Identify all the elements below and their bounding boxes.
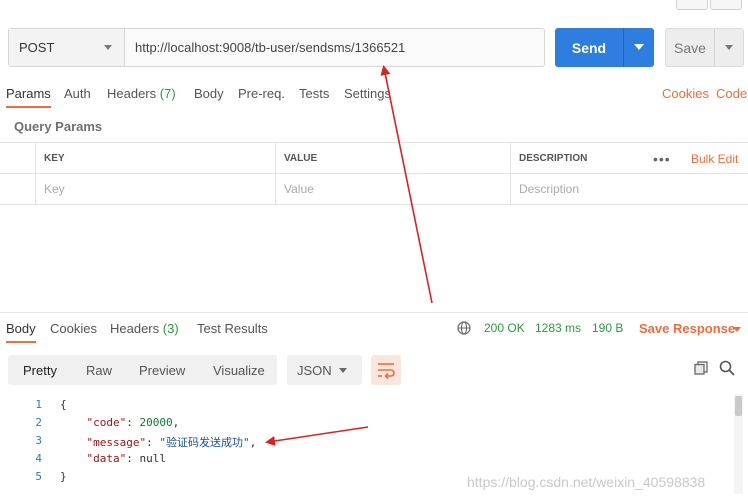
status-code[interactable]: 200 OK: [484, 321, 525, 335]
method-label: POST: [19, 40, 55, 55]
copy-icon[interactable]: [694, 361, 708, 375]
key-cell: [35, 174, 275, 204]
code-line: }: [60, 470, 67, 483]
query-params-table: KEY VALUE DESCRIPTION ••• Bulk Edit: [0, 142, 748, 205]
format-label: JSON: [297, 362, 332, 378]
column-header-value: VALUE: [275, 143, 510, 173]
line-number: 1: [35, 398, 42, 411]
line-number: 4: [35, 452, 42, 465]
chevron-down-icon: [104, 45, 112, 50]
watermark: https://blog.csdn.net/weixin_40598838: [467, 474, 706, 490]
json-string: "验证码发送成功": [159, 436, 250, 449]
tab-prereq[interactable]: Pre-req.: [238, 86, 285, 101]
code-line: {: [60, 398, 67, 411]
send-options-chevron-icon[interactable]: [623, 28, 654, 67]
send-button[interactable]: Send: [555, 28, 654, 67]
top-toolbar-button[interactable]: [676, 0, 708, 10]
view-visualize[interactable]: Visualize: [213, 355, 265, 385]
table-row: [0, 174, 748, 205]
top-toolbar-button[interactable]: [710, 0, 742, 10]
tab-tests[interactable]: Tests: [299, 86, 329, 101]
chevron-down-icon[interactable]: [733, 327, 741, 332]
view-raw[interactable]: Raw: [86, 355, 112, 385]
request-url-bar: POST: [8, 28, 545, 67]
column-header-description: DESCRIPTION: [510, 143, 645, 173]
json-open-brace: {: [60, 398, 67, 411]
line-number: 5: [35, 470, 42, 483]
response-tab-test-results[interactable]: Test Results: [197, 321, 268, 336]
response-headers-count: (3): [162, 321, 179, 336]
bulk-edit-link[interactable]: Bulk Edit: [691, 152, 738, 166]
url-input[interactable]: [125, 29, 544, 66]
code-line: "code": 20000,: [86, 416, 180, 429]
value-cell: [275, 174, 510, 204]
tab-headers[interactable]: Headers (7): [107, 86, 176, 101]
save-options-chevron-icon[interactable]: [714, 29, 743, 66]
search-icon[interactable]: [719, 360, 735, 376]
view-mode-toolbar: Pretty Raw Preview Visualize: [8, 355, 277, 385]
request-tabs: Params Auth Headers (7) Body Pre-req. Te…: [0, 81, 748, 108]
view-pretty[interactable]: Pretty: [23, 355, 57, 385]
json-key: "code": [86, 416, 127, 429]
description-cell: [510, 174, 748, 204]
globe-icon[interactable]: [457, 321, 471, 335]
json-key: "message": [86, 436, 147, 449]
save-label: Save: [674, 39, 706, 56]
wrap-lines-button[interactable]: [371, 355, 401, 385]
tab-auth[interactable]: Auth: [64, 86, 91, 101]
headers-count: (7): [159, 86, 176, 101]
json-null: null: [139, 452, 167, 465]
code-line: "message": "验证码发送成功",: [86, 436, 257, 449]
json-number: 20000: [139, 416, 173, 429]
response-time[interactable]: 1283 ms: [535, 321, 581, 335]
response-size[interactable]: 190 B: [592, 321, 623, 335]
tab-headers-label: Headers: [107, 86, 157, 101]
value-input[interactable]: [284, 182, 510, 196]
response-tab-headers[interactable]: Headers (3): [110, 321, 179, 336]
send-label: Send: [571, 39, 607, 56]
key-input[interactable]: [44, 182, 275, 196]
response-divider[interactable]: [0, 312, 748, 313]
view-preview[interactable]: Preview: [139, 355, 185, 385]
save-response-button[interactable]: Save Response: [639, 321, 735, 336]
method-select[interactable]: POST: [9, 29, 125, 66]
response-tab-body[interactable]: Body: [6, 321, 36, 343]
response-tab-headers-label: Headers: [110, 321, 160, 336]
format-select[interactable]: JSON: [287, 355, 362, 385]
line-number: 3: [35, 434, 42, 447]
tab-body[interactable]: Body: [194, 86, 224, 101]
save-button[interactable]: Save: [665, 28, 744, 67]
table-header-row: KEY VALUE DESCRIPTION ••• Bulk Edit: [0, 143, 748, 174]
response-tabs: Body Cookies Headers (3) Test Results 20…: [0, 316, 748, 343]
cookies-link[interactable]: Cookies: [662, 86, 709, 101]
tab-params[interactable]: Params: [6, 86, 51, 108]
chevron-down-icon: [339, 368, 347, 373]
json-key: "data": [86, 452, 127, 465]
line-number: 2: [35, 416, 42, 429]
tab-settings[interactable]: Settings: [344, 86, 391, 101]
scrollbar-thumb[interactable]: [735, 396, 742, 416]
wrap-lines-icon: [378, 363, 395, 380]
column-header-key: KEY: [35, 143, 275, 173]
description-input[interactable]: [519, 182, 748, 196]
query-params-title: Query Params: [14, 119, 103, 134]
json-close-brace: }: [60, 470, 67, 483]
window-title-strip: [0, 0, 748, 14]
code-line: "data": null: [86, 452, 167, 465]
more-options-icon[interactable]: •••: [653, 151, 671, 167]
code-link[interactable]: Code: [716, 86, 747, 101]
response-tab-cookies[interactable]: Cookies: [50, 321, 97, 336]
